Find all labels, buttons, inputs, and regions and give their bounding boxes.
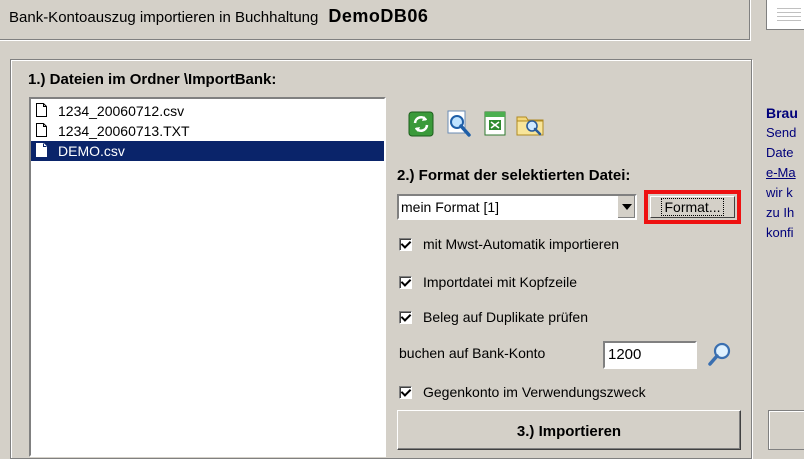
refresh-icon[interactable] [406, 109, 436, 139]
file-item[interactable]: 1234_20060712.csv [31, 101, 384, 121]
info-line: konfi [766, 225, 794, 240]
checkbox-label: Importdatei mit Kopfzeile [423, 274, 578, 290]
checkbox-label: mit Mwst-Automatik importieren [423, 236, 620, 252]
import-button[interactable]: 3.) Importieren [397, 410, 741, 450]
info-title: Brau [766, 105, 798, 121]
info-panel: Brau Send Date e-Ma wir k zu Ih konfi [766, 103, 804, 243]
document-icon [766, 0, 804, 30]
folder-search-icon[interactable] [515, 109, 545, 139]
search-file-icon[interactable] [444, 109, 474, 139]
file-name: 1234_20060713.TXT [58, 123, 190, 139]
database-name: DemoDB06 [328, 6, 429, 26]
format-select[interactable]: mein Format [1] [397, 194, 637, 220]
right-groupbox [768, 410, 804, 450]
account-label: buchen auf Bank-Konto [399, 345, 546, 361]
window-title: Bank-Kontoauszug importieren in Buchhalt… [9, 6, 428, 27]
info-line: wir k [766, 185, 793, 200]
section1-label: 1.) Dateien im Ordner \ImportBank: [28, 71, 277, 88]
format-button[interactable]: Format... [650, 196, 735, 218]
checkbox-mark[interactable] [399, 276, 412, 289]
checkbox-label: Beleg auf Duplikate prüfen [423, 309, 588, 325]
section2-label: 2.) Format der selektierten Datei: [397, 167, 631, 184]
checkbox-mark[interactable] [399, 238, 412, 251]
format-select-value: mein Format [1] [401, 199, 500, 215]
file-item[interactable]: 1234_20060713.TXT [31, 121, 384, 141]
file-icon [36, 143, 47, 157]
format-button-label: Format... [661, 198, 724, 216]
file-list[interactable]: 1234_20060712.csv 1234_20060713.TXT DEMO… [29, 97, 386, 457]
chevron-down-icon[interactable] [617, 196, 635, 218]
checkbox-mark[interactable] [399, 386, 412, 399]
account-input[interactable]: 1200 [603, 341, 697, 369]
title-label: Bank-Kontoauszug importieren in Buchhalt… [9, 9, 319, 26]
file-icon [36, 103, 47, 117]
info-line: Date [766, 145, 794, 160]
info-line: Send [766, 125, 797, 140]
file-name: 1234_20060712.csv [58, 103, 185, 119]
info-line: zu Ih [766, 205, 795, 220]
checkbox-label: Gegenkonto im Verwendungszweck [423, 384, 646, 400]
search-icon[interactable] [706, 340, 734, 368]
file-icon [36, 123, 47, 137]
file-name: DEMO.csv [58, 143, 125, 159]
file-item-selected[interactable]: DEMO.csv [31, 141, 384, 161]
excel-icon[interactable] [480, 109, 510, 139]
checkbox-mark[interactable] [399, 311, 412, 324]
info-email-link[interactable]: e-Ma [766, 163, 804, 183]
